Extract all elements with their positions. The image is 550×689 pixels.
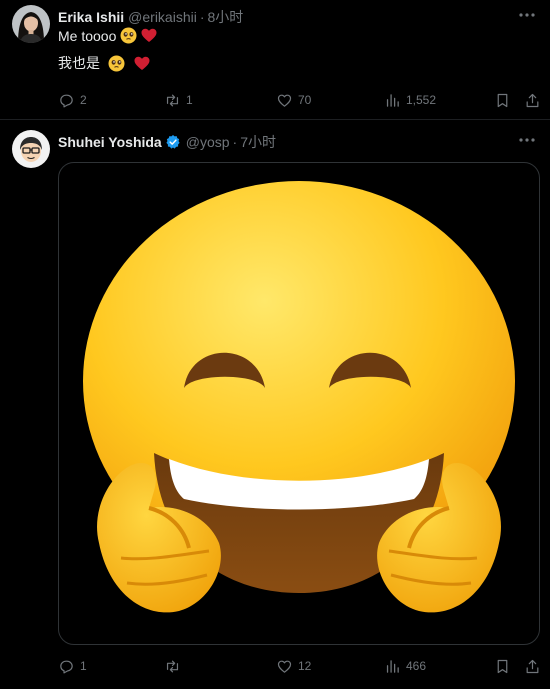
tweet-text: 我也是 — [58, 55, 100, 71]
reply-icon — [60, 94, 73, 107]
tweet-media[interactable] — [58, 162, 540, 645]
like-count: 70 — [298, 93, 312, 107]
views-icon — [386, 659, 399, 673]
divider — [0, 119, 550, 120]
avatar[interactable] — [12, 130, 50, 168]
red-heart-icon — [134, 56, 150, 71]
reply-count: 2 — [80, 93, 87, 107]
bookmark-button[interactable] — [494, 655, 511, 677]
retweet-button[interactable] — [164, 655, 186, 677]
views-button[interactable]: 466 — [384, 655, 426, 677]
bookmark-icon — [497, 659, 508, 673]
share-icon — [526, 659, 539, 673]
tweet-actions: 1 12 466 — [58, 655, 539, 677]
more-options-icon[interactable] — [518, 131, 536, 149]
heart-icon — [277, 660, 292, 673]
share-button[interactable] — [524, 655, 541, 677]
view-count: 466 — [406, 659, 427, 673]
tweet-shuhei[interactable]: Shuhei Yoshida @yosp · 7小时 1 12 466 — [0, 122, 550, 689]
share-button[interactable] — [524, 89, 541, 111]
tweet-text: Me toooo — [58, 27, 117, 44]
separator-dot: · — [232, 134, 238, 150]
avatar[interactable] — [12, 5, 50, 43]
views-icon — [386, 93, 399, 107]
timestamp[interactable]: 7小时 — [240, 132, 276, 152]
separator-dot: · — [199, 9, 205, 25]
bookmark-icon — [497, 93, 508, 107]
tweet-erika[interactable]: Erika Ishii @erikaishii · 8小时 Me toooo 我… — [0, 0, 550, 116]
bookmark-button[interactable] — [494, 89, 511, 111]
tweet-text-line: 我也是 — [58, 53, 150, 73]
tweet-actions: 2 1 70 1,552 — [58, 89, 539, 111]
avatar-photo — [12, 5, 50, 43]
reply-button[interactable]: 1 — [58, 655, 87, 677]
display-name[interactable]: Erika Ishii — [58, 9, 124, 25]
verified-badge-icon[interactable] — [165, 134, 181, 150]
like-count: 12 — [298, 659, 312, 673]
red-heart-icon — [141, 28, 157, 43]
pleading-face-emoji-icon — [120, 27, 137, 44]
share-icon — [526, 93, 539, 107]
avatar-cartoon — [12, 130, 50, 168]
like-button[interactable]: 12 — [276, 655, 311, 677]
reply-icon — [60, 660, 73, 673]
heart-icon — [277, 94, 292, 107]
tweet-text-line: Me toooo — [58, 27, 157, 44]
thumbs-up-smiling-face-emoji-icon — [83, 181, 515, 613]
pleading-face-emoji-icon — [108, 55, 125, 72]
views-button[interactable]: 1,552 — [384, 89, 436, 111]
user-handle[interactable]: @yosp — [186, 134, 230, 150]
user-handle[interactable]: @erikaishii — [128, 9, 197, 25]
more-options-icon[interactable] — [518, 6, 536, 24]
retweet-icon — [166, 660, 179, 672]
tweet-header: Shuhei Yoshida @yosp · 7小时 — [58, 132, 276, 152]
reply-count: 1 — [80, 659, 87, 673]
view-count: 1,552 — [406, 93, 437, 107]
retweet-count: 1 — [186, 93, 193, 107]
timestamp[interactable]: 8小时 — [208, 7, 244, 27]
reply-button[interactable]: 2 — [58, 89, 87, 111]
display-name[interactable]: Shuhei Yoshida — [58, 134, 162, 150]
tweet-header: Erika Ishii @erikaishii · 8小时 — [58, 7, 243, 27]
retweet-button[interactable]: 1 — [164, 89, 193, 111]
like-button[interactable]: 70 — [276, 89, 311, 111]
retweet-icon — [166, 94, 179, 106]
